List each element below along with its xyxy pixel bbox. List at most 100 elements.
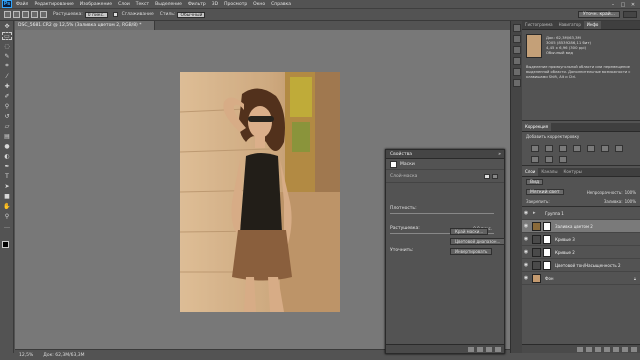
hue-saturation-icon[interactable] xyxy=(601,145,609,152)
antialias-checkbox[interactable] xyxy=(112,12,118,17)
new-group-icon[interactable] xyxy=(613,346,619,352)
document-tab[interactable]: DSC_5681.CR2 @ 12,5% (Заливка цветом 2, … xyxy=(15,21,155,30)
new-layer-icon[interactable] xyxy=(622,346,628,352)
menu-edit[interactable]: Редактирование xyxy=(34,2,73,7)
close-button[interactable]: ✕ xyxy=(628,2,638,8)
zoom-level[interactable]: 12,5% xyxy=(19,353,33,358)
canvas-photo[interactable] xyxy=(180,72,340,312)
tab-channels[interactable]: Каналы xyxy=(538,168,560,176)
clone-source-panel-icon[interactable] xyxy=(513,79,521,87)
zoom-tool-icon[interactable]: ⚲ xyxy=(2,212,12,220)
add-mask-icon[interactable] xyxy=(595,346,601,352)
history-brush-icon[interactable]: ↺ xyxy=(2,112,12,120)
pen-tool-icon[interactable]: ✒ xyxy=(2,162,12,170)
layer-mask-thumbnail[interactable] xyxy=(543,234,551,244)
black-white-icon[interactable] xyxy=(531,156,539,163)
toggle-mask-icon[interactable] xyxy=(486,346,492,352)
menu-layers[interactable]: Слои xyxy=(118,2,130,7)
delete-mask-icon[interactable] xyxy=(495,346,501,352)
refine-edge-button[interactable]: Уточн. край... xyxy=(577,11,620,18)
workspace-select[interactable] xyxy=(623,11,637,18)
vector-mask-icon[interactable] xyxy=(492,173,498,179)
quick-select-tool-icon[interactable]: ✎ xyxy=(2,52,12,60)
navigator-thumbnail[interactable] xyxy=(526,34,542,58)
clone-stamp-icon[interactable]: ⚲ xyxy=(2,102,12,110)
layer-row[interactable]: ◉ Фон 🔒︎ xyxy=(522,272,640,285)
brightness-icon[interactable] xyxy=(531,145,539,152)
mask-edge-button[interactable]: Край маски... xyxy=(450,228,489,235)
minimize-button[interactable]: – xyxy=(608,2,618,8)
menu-select[interactable]: Выделение xyxy=(155,2,182,7)
menu-image[interactable]: Изображение xyxy=(80,2,112,7)
layer-mask-thumbnail[interactable] xyxy=(543,247,551,257)
brush-panel-icon[interactable] xyxy=(513,68,521,76)
intersect-selection-icon[interactable] xyxy=(40,11,47,18)
marquee-tool-icon[interactable] xyxy=(4,11,11,18)
pixel-mask-icon[interactable] xyxy=(484,173,490,179)
density-slider[interactable] xyxy=(390,213,494,214)
invert-button[interactable]: Инвертировать xyxy=(450,248,493,255)
fill-value[interactable]: 100% xyxy=(625,199,636,204)
apply-mask-icon[interactable] xyxy=(477,346,483,352)
visibility-eye-icon[interactable]: ◉ xyxy=(522,223,530,229)
eraser-tool-icon[interactable]: ▱ xyxy=(2,122,12,130)
collapse-icon[interactable]: » xyxy=(498,150,501,159)
levels-icon[interactable] xyxy=(545,145,553,152)
add-selection-icon[interactable] xyxy=(22,11,29,18)
layer-row[interactable]: ◉ Цветовой тон/Насыщенность 2 xyxy=(522,259,640,272)
new-selection-icon[interactable] xyxy=(13,11,20,18)
tab-histogram[interactable]: Гистограмма xyxy=(522,21,556,29)
character-panel-icon[interactable] xyxy=(513,46,521,54)
visibility-eye-icon[interactable]: ◉ xyxy=(522,262,530,268)
dodge-tool-icon[interactable]: ◐ xyxy=(2,152,12,160)
paragraph-panel-icon[interactable] xyxy=(513,57,521,65)
hand-tool-icon[interactable]: ✋ xyxy=(2,202,12,210)
layer-mask-thumbnail[interactable] xyxy=(543,260,551,270)
exposure-icon[interactable] xyxy=(573,145,581,152)
menu-file[interactable]: Файл xyxy=(16,2,28,7)
brush-tool-icon[interactable]: ✐ xyxy=(2,92,12,100)
link-layers-icon[interactable] xyxy=(577,346,583,352)
layer-row[interactable]: ◉ Кривые 2 xyxy=(522,246,640,259)
properties-title-bar[interactable]: Свойства » xyxy=(386,150,504,159)
layer-mask-thumbnail[interactable] xyxy=(543,221,551,231)
color-range-button[interactable]: Цветовой диапазон... xyxy=(450,238,506,245)
photo-filter-icon[interactable] xyxy=(545,156,553,163)
blur-tool-icon[interactable]: ● xyxy=(2,142,12,150)
curves-icon[interactable] xyxy=(559,145,567,152)
subtract-selection-icon[interactable] xyxy=(31,11,38,18)
vibrance-icon[interactable] xyxy=(587,145,595,152)
delete-layer-icon[interactable] xyxy=(631,346,637,352)
tab-info[interactable]: Инфо xyxy=(583,21,602,29)
type-tool-icon[interactable]: T xyxy=(2,172,12,180)
eyedropper-tool-icon[interactable]: ⁄ xyxy=(2,72,12,80)
marquee-tool-icon[interactable]: ▭ xyxy=(2,32,12,40)
actions-panel-icon[interactable] xyxy=(513,35,521,43)
visibility-eye-icon[interactable]: ◉ xyxy=(522,249,530,255)
visibility-eye-icon[interactable]: ◉ xyxy=(522,275,530,281)
history-panel-icon[interactable] xyxy=(513,24,521,32)
maximize-button[interactable]: □ xyxy=(618,2,628,8)
visibility-eye-icon[interactable]: ◉ xyxy=(522,236,530,242)
channel-mixer-icon[interactable] xyxy=(559,156,567,163)
tab-adjustments[interactable]: Коррекция xyxy=(522,123,551,131)
opacity-value[interactable]: 100% xyxy=(625,190,636,195)
shape-tool-icon[interactable]: ■ xyxy=(2,192,12,200)
crop-tool-icon[interactable]: ⌗ xyxy=(2,62,12,70)
layer-row[interactable]: ◉ ▸ Группа 1 xyxy=(522,207,640,220)
tab-navigator[interactable]: Навигатор xyxy=(556,21,584,29)
more-tools-icon[interactable]: … xyxy=(2,222,12,230)
tab-layers[interactable]: Слои xyxy=(522,168,539,176)
visibility-eye-icon[interactable]: ◉ xyxy=(522,210,530,216)
feather-input[interactable]: 0 пикс. xyxy=(84,11,108,18)
menu-3d[interactable]: 3D xyxy=(212,2,218,7)
menu-help[interactable]: Справка xyxy=(271,2,291,7)
menu-window[interactable]: Окно xyxy=(253,2,265,7)
foreground-color-swatch[interactable] xyxy=(2,241,9,248)
menu-filter[interactable]: Фильтр xyxy=(188,2,206,7)
load-selection-icon[interactable] xyxy=(468,346,474,352)
gradient-tool-icon[interactable]: ▤ xyxy=(2,132,12,140)
lasso-tool-icon[interactable]: ◌ xyxy=(2,42,12,50)
tab-paths[interactable]: Контуры xyxy=(560,168,584,176)
menu-type[interactable]: Текст xyxy=(136,2,149,7)
